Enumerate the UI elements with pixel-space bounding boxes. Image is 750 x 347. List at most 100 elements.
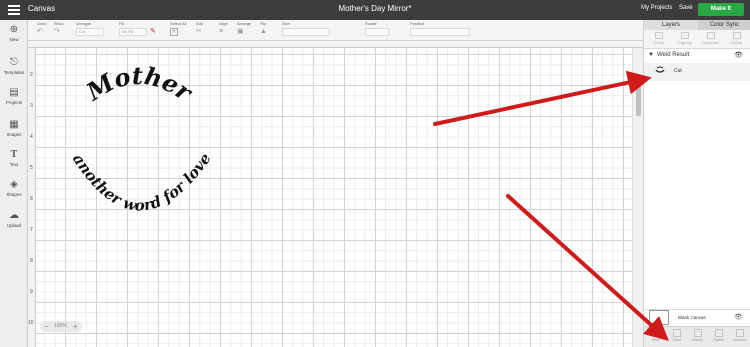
layers-list: ▼ Weld Result 👁 Cut: [644, 49, 750, 309]
align-menu[interactable]: Align ≡: [219, 21, 228, 36]
edit-toolbar: Undo ↶ Redo ↷ Linetype Cut Fill No Fill …: [0, 20, 643, 41]
layer-group-weld-result[interactable]: ▼ Weld Result 👁: [644, 52, 750, 62]
attach-icon: [693, 329, 702, 337]
ruler-number: 5: [30, 165, 33, 171]
ruler-number: 4: [30, 134, 33, 140]
shirt-icon: ⎋: [10, 57, 18, 68]
ruler-number: 9: [30, 289, 33, 295]
make-it-button[interactable]: Make It: [698, 3, 744, 16]
layer-actions: Group Ungroup Duplicate Delete: [644, 30, 750, 49]
ruler-horizontal: [28, 41, 643, 48]
undo-label: Undo: [37, 21, 47, 26]
redo-label: Redo: [54, 21, 64, 26]
canvas-vertical-scrollbar[interactable]: [632, 48, 643, 347]
tab-layers[interactable]: Layers: [644, 20, 698, 30]
sidebar-item-label: Templates: [3, 70, 25, 75]
document-title: Mother's Day Mirror*: [338, 4, 412, 13]
layer-item[interactable]: Cut: [644, 63, 750, 81]
sidebar-item-label: Projects: [5, 100, 23, 105]
ungroup-label: Ungroup: [676, 40, 693, 45]
select-all-button[interactable]: Select All +: [170, 21, 186, 36]
sidebar-item-label: New: [9, 37, 19, 42]
weld-label: Weld: [672, 338, 681, 342]
size-fields[interactable]: Size: [282, 21, 330, 36]
flip-menu[interactable]: Flip ▲: [260, 21, 267, 36]
flip-icon: ▲: [260, 28, 267, 35]
select-all-icon: +: [170, 28, 178, 36]
group-button[interactable]: Group: [646, 32, 671, 45]
duplicate-button[interactable]: Duplicate: [698, 32, 723, 45]
sidebar-item-label: Images: [6, 132, 22, 137]
fill-label: Fill: [119, 21, 125, 26]
undo-button[interactable]: Undo ↶: [37, 21, 47, 36]
ungroup-button[interactable]: Ungroup: [672, 32, 697, 45]
delete-button[interactable]: Delete: [724, 32, 749, 45]
chevron-down-icon[interactable]: ▼: [648, 52, 654, 58]
zoom-in-icon[interactable]: +: [73, 321, 78, 332]
my-projects-link[interactable]: My Projects: [641, 5, 672, 11]
blank-canvas-row[interactable]: Blank Canvas 👁: [644, 309, 750, 326]
plus-circle-icon: ⊕: [9, 24, 19, 35]
sidebar-item-label: Text: [9, 162, 19, 167]
linetype-select[interactable]: Linetype Cut: [76, 21, 104, 36]
sidebar-item-label: Upload: [6, 223, 22, 228]
rotate-field[interactable]: Rotate: [365, 21, 389, 36]
rotate-input[interactable]: [365, 28, 389, 36]
flatten-button[interactable]: Flatten: [708, 329, 729, 342]
layer-group-name: Weld Result: [657, 52, 690, 58]
scrollbar-thumb[interactable]: [636, 84, 641, 116]
flatten-icon: [714, 329, 723, 337]
sidebar-item-upload[interactable]: ☁ Upload: [0, 210, 28, 228]
rotate-label: Rotate: [365, 21, 377, 26]
ruler-number: 8: [30, 258, 33, 264]
linetype-label: Linetype: [76, 21, 92, 26]
size-input[interactable]: [282, 28, 330, 36]
fill-select[interactable]: Fill No Fill: [119, 21, 147, 36]
blank-canvas-label: Blank Canvas: [678, 315, 706, 320]
slice-button[interactable]: Slice: [645, 329, 666, 342]
blank-canvas-swatch[interactable]: [649, 310, 669, 325]
trash-icon: [732, 32, 741, 39]
edit-menu[interactable]: Edit ✂: [196, 21, 203, 36]
attach-button[interactable]: Attach: [687, 329, 708, 342]
eye-icon[interactable]: 👁: [734, 51, 743, 59]
color-swatch[interactable]: ✎: [150, 21, 156, 36]
arrange-menu[interactable]: Arrange ▣: [237, 21, 251, 36]
fill-value: No Fill: [119, 28, 147, 36]
sidebar-item-templates[interactable]: ⎋ Templates: [0, 57, 28, 75]
ruler-number: 6: [30, 196, 33, 202]
eye-slash-icon[interactable]: 👁: [734, 313, 743, 321]
tab-color-sync[interactable]: Color Sync: [698, 20, 750, 30]
edit-icon: ✂: [196, 28, 202, 35]
position-label: Position: [410, 21, 425, 26]
panel-tabs: Layers Color Sync: [644, 20, 750, 30]
edit-label: Edit: [196, 21, 203, 26]
slice-icon: [651, 329, 660, 337]
design-canvas[interactable]: [36, 48, 632, 347]
ruler-vertical: 2 3 4 5 6 7 8 9 10: [28, 48, 36, 347]
sidebar-item-projects[interactable]: ▤ Projects: [0, 87, 28, 105]
slice-label: Slice: [651, 338, 660, 342]
layer-bottom-actions: Slice Weld Attach Flatten Contour: [644, 326, 750, 347]
flip-label: Flip: [260, 21, 267, 26]
ruler-number: 10: [28, 320, 34, 326]
align-label: Align: [219, 21, 228, 26]
sidebar-item-text[interactable]: T Text: [0, 149, 28, 167]
weld-button[interactable]: Weld: [666, 329, 687, 342]
sidebar-item-shapes[interactable]: ◈ Shapes: [0, 179, 28, 197]
select-all-label: Select All: [170, 21, 187, 26]
zoom-out-icon[interactable]: −: [44, 321, 49, 332]
contour-button[interactable]: Contour: [729, 329, 750, 342]
redo-button[interactable]: Redo ↷: [54, 21, 64, 36]
position-fields[interactable]: Position: [410, 21, 470, 36]
save-button[interactable]: Save: [679, 5, 693, 11]
position-input[interactable]: [410, 28, 470, 36]
ruler-number: 2: [30, 72, 33, 78]
book-icon: ▤: [9, 87, 19, 98]
sidebar-item-new[interactable]: ⊕ New: [0, 24, 28, 42]
linetype-value: Cut: [76, 28, 104, 36]
zoom-control[interactable]: − 100% +: [40, 321, 82, 332]
sidebar-item-images[interactable]: ▦ Images: [0, 119, 28, 137]
group-label: Group: [652, 40, 665, 45]
shapes-icon: ◈: [10, 179, 18, 190]
